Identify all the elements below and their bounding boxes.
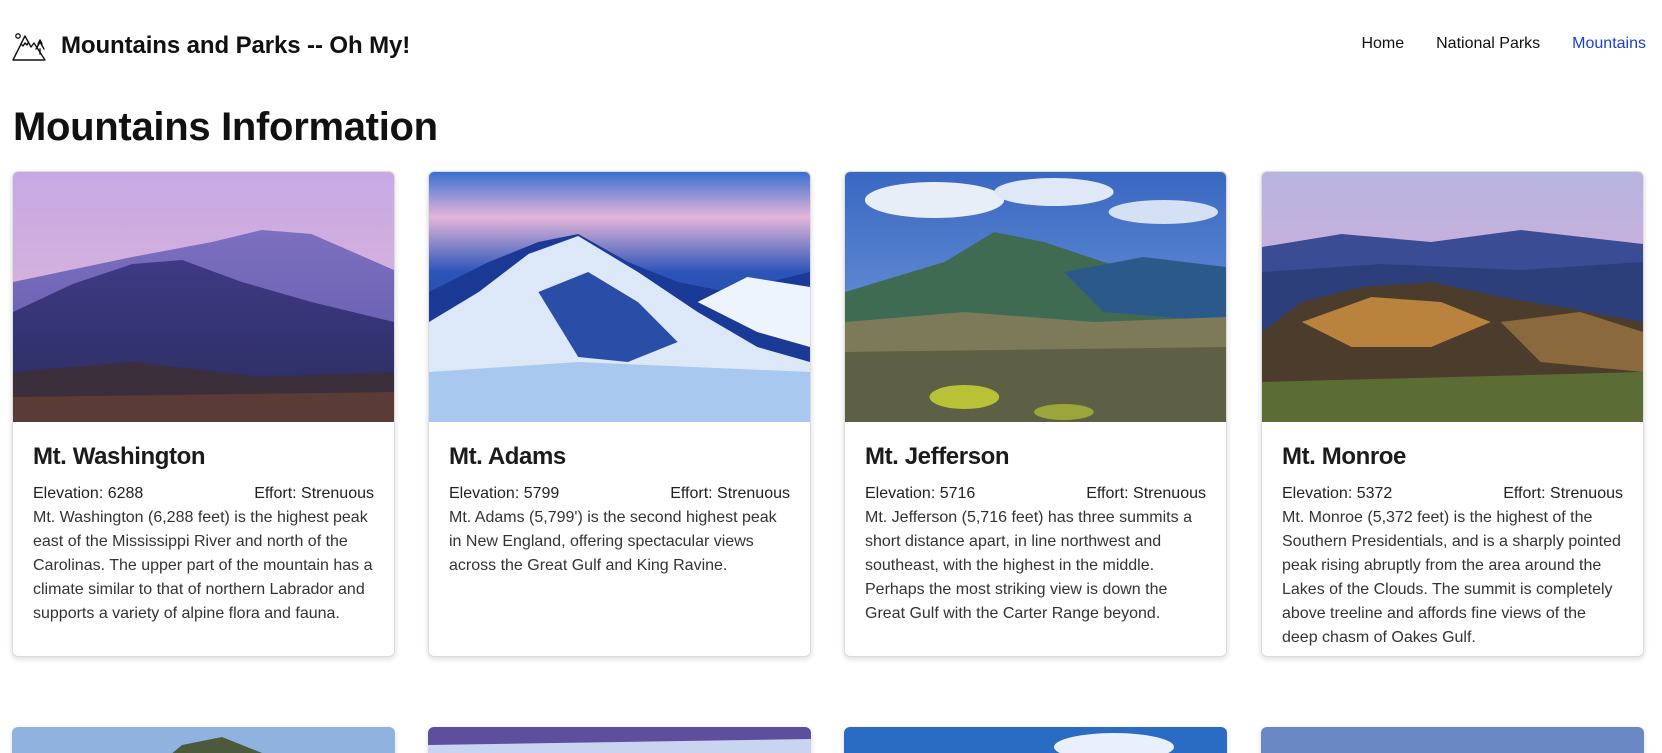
mountain-image: [844, 727, 1227, 753]
elevation-text: Elevation: 5799: [449, 485, 560, 502]
card-meta: Elevation: 5716 Effort: Strenuous: [865, 482, 1206, 506]
mountain-card-partial: [844, 727, 1227, 753]
effort-text: Effort: Strenuous: [670, 485, 790, 502]
card-body: Mt. Jefferson Elevation: 5716 Effort: St…: [845, 422, 1226, 626]
mountain-card: Mt. Adams Elevation: 5799 Effort: Strenu…: [428, 171, 811, 657]
effort-text: Effort: Strenuous: [254, 485, 374, 502]
card-description: Mt. Washington (6,288 feet) is the highe…: [33, 509, 373, 622]
effort-text: Effort: Strenuous: [1086, 485, 1206, 502]
mountain-card: Mt. Jefferson Elevation: 5716 Effort: St…: [844, 171, 1227, 657]
card-body: Mt. Monroe Elevation: 5372 Effort: Stren…: [1262, 422, 1643, 650]
mountain-card: Mt. Washington Elevation: 6288 Effort: S…: [12, 171, 395, 657]
nav-link-national-parks[interactable]: National Parks: [1436, 35, 1540, 53]
mountain-image: [1261, 727, 1644, 753]
mountain-image: [429, 172, 810, 422]
navbar: Mountains and Parks -- Oh My! Home Natio…: [0, 0, 1662, 92]
mountain-logo-icon: [12, 33, 46, 61]
nav-link-home[interactable]: Home: [1361, 35, 1404, 53]
elevation-text: Elevation: 5372: [1282, 485, 1393, 502]
card-meta: Elevation: 6288 Effort: Strenuous: [33, 482, 374, 506]
brand[interactable]: Mountains and Parks -- Oh My!: [12, 30, 410, 62]
mountain-image: [13, 172, 394, 422]
page-title: Mountains Information: [13, 105, 438, 149]
effort-text: Effort: Strenuous: [1503, 485, 1623, 502]
card-description: Mt. Adams (5,799') is the second highest…: [449, 509, 777, 574]
card-title: Mt. Adams: [449, 443, 566, 470]
card-title: Mt. Jefferson: [865, 443, 1010, 470]
nav-menu: Home National Parks Mountains: [1329, 35, 1646, 53]
card-description: Mt. Jefferson (5,716 feet) has three sum…: [865, 509, 1192, 622]
card-body: Mt. Washington Elevation: 6288 Effort: S…: [13, 422, 394, 626]
card-meta: Elevation: 5372 Effort: Strenuous: [1282, 482, 1623, 506]
brand-title: Mountains and Parks -- Oh My!: [61, 32, 411, 59]
mountain-card-partial: [1261, 727, 1644, 753]
elevation-text: Elevation: 6288: [33, 485, 144, 502]
mountain-card: Mt. Monroe Elevation: 5372 Effort: Stren…: [1261, 171, 1644, 657]
mountain-image: [1262, 172, 1643, 422]
mountain-image: [845, 172, 1226, 422]
card-title: Mt. Washington: [33, 443, 206, 470]
card-title: Mt. Monroe: [1282, 443, 1406, 470]
card-description: Mt. Monroe (5,372 feet) is the highest o…: [1282, 509, 1621, 646]
nav-link-mountains[interactable]: Mountains: [1572, 35, 1646, 53]
card-meta: Elevation: 5799 Effort: Strenuous: [449, 482, 790, 506]
mountain-card-partial: [428, 727, 811, 753]
mountain-image: [12, 727, 395, 753]
card-body: Mt. Adams Elevation: 5799 Effort: Strenu…: [429, 422, 810, 578]
mountain-card-partial: [12, 727, 395, 753]
mountain-image: [428, 727, 811, 753]
elevation-text: Elevation: 5716: [865, 485, 976, 502]
